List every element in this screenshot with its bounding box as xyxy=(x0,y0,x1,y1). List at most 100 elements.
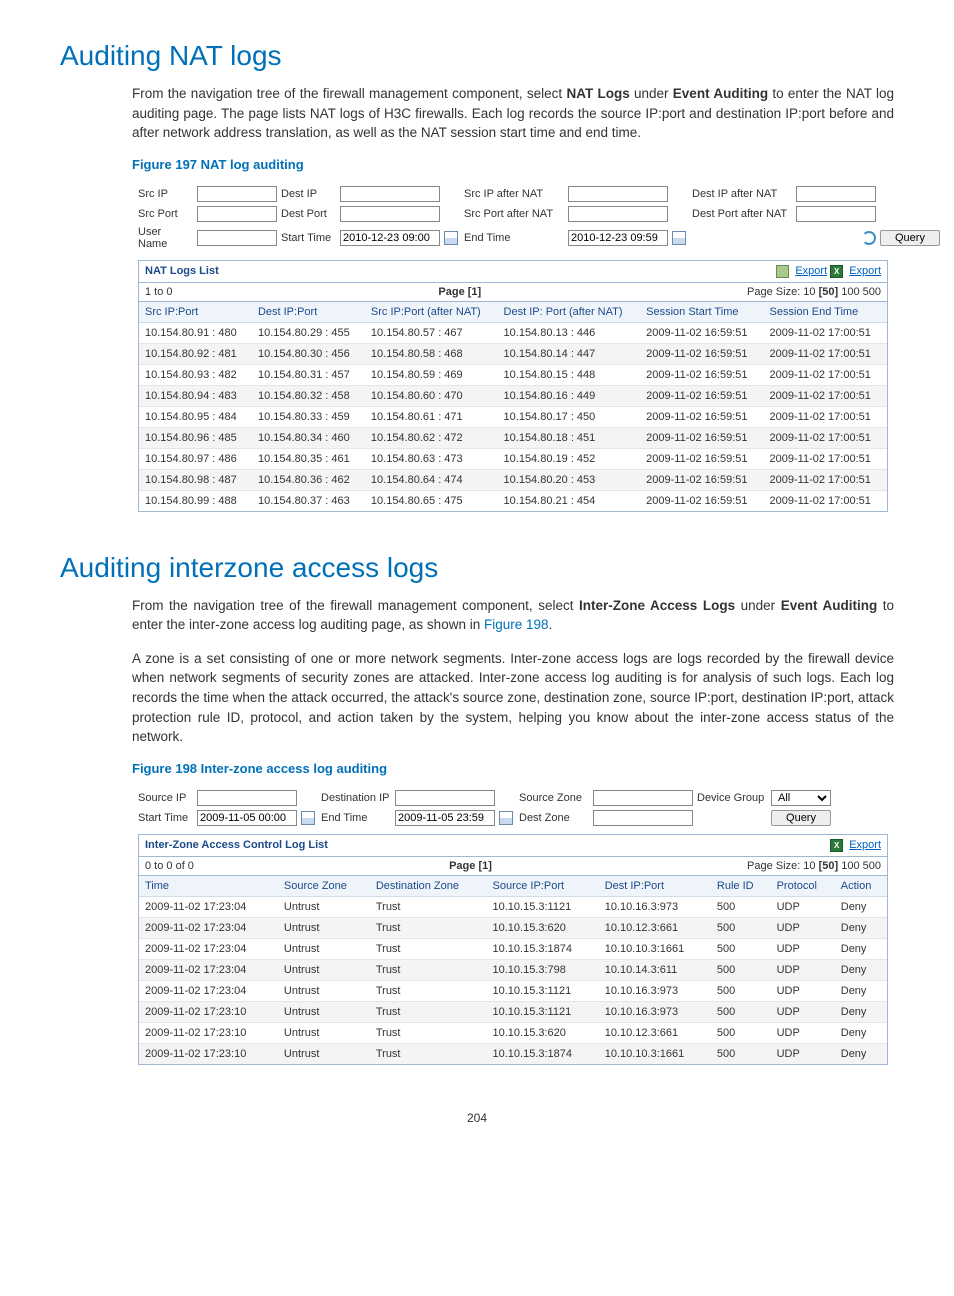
input-src-ip[interactable] xyxy=(197,186,277,202)
nat-page-size[interactable]: Page Size: 10 [50] 100 500 xyxy=(747,286,881,298)
cell: 10.154.80.62 : 472 xyxy=(365,427,498,448)
cell: Deny xyxy=(835,1043,887,1064)
cell: 2009-11-02 16:59:51 xyxy=(640,322,763,343)
calendar-icon[interactable] xyxy=(301,811,315,825)
cell: 2009-11-02 16:59:51 xyxy=(640,469,763,490)
input-iz-start-time[interactable] xyxy=(197,810,297,826)
input-dest-port[interactable] xyxy=(340,206,440,222)
nat-col-header[interactable]: Session End Time xyxy=(764,302,887,323)
cell: 10.10.15.3:798 xyxy=(487,959,599,980)
section-heading-nat: Auditing NAT logs xyxy=(60,40,894,72)
cell: 10.154.80.91 : 480 xyxy=(139,322,252,343)
input-start-time[interactable] xyxy=(340,230,440,246)
bold-event-auditing-2: Event Auditing xyxy=(781,598,878,613)
export-csv-link[interactable]: Export xyxy=(795,265,827,277)
iz-col-header[interactable]: Source Zone xyxy=(278,876,370,897)
iz-col-header[interactable]: Dest IP:Port xyxy=(599,876,711,897)
input-source-ip[interactable] xyxy=(197,790,297,806)
bold-interzone-logs: Inter-Zone Access Logs xyxy=(579,598,735,613)
cell: 10.154.80.32 : 458 xyxy=(252,385,365,406)
bold-nat-logs: NAT Logs xyxy=(566,86,629,101)
cell: Deny xyxy=(835,896,887,917)
input-dest-zone[interactable] xyxy=(593,810,693,826)
label-src-ip-after: Src IP after NAT xyxy=(464,188,564,200)
label-destination-ip: Destination IP xyxy=(321,792,391,804)
iz-col-header[interactable]: Action xyxy=(835,876,887,897)
section1-paragraph: From the navigation tree of the firewall… xyxy=(132,84,894,143)
cell: 2009-11-02 16:59:51 xyxy=(640,427,763,448)
export-csv-icon[interactable] xyxy=(776,265,789,278)
input-dest-ip[interactable] xyxy=(340,186,440,202)
nat-col-header[interactable]: Src IP:Port (after NAT) xyxy=(365,302,498,323)
cell: 10.154.80.19 : 452 xyxy=(498,448,641,469)
export-xls-link[interactable]: Export xyxy=(849,265,881,277)
iz-col-header[interactable]: Source IP:Port xyxy=(487,876,599,897)
cell: 10.154.80.65 : 475 xyxy=(365,490,498,511)
cell: 10.154.80.96 : 485 xyxy=(139,427,252,448)
label-dest-port-after: Dest Port after NAT xyxy=(692,208,792,220)
cell: 2009-11-02 16:59:51 xyxy=(640,364,763,385)
cell: Trust xyxy=(370,938,487,959)
calendar-icon[interactable] xyxy=(499,811,513,825)
cell: 500 xyxy=(711,1001,771,1022)
nat-panel-title: NAT Logs List xyxy=(145,265,219,278)
iz-col-header[interactable]: Time xyxy=(139,876,278,897)
input-src-port-after[interactable] xyxy=(568,206,668,222)
iz-col-header[interactable]: Destination Zone xyxy=(370,876,487,897)
figure-198-link[interactable]: Figure 198 xyxy=(484,617,549,632)
nat-col-header[interactable]: Dest IP: Port (after NAT) xyxy=(498,302,641,323)
cell: UDP xyxy=(771,1022,835,1043)
cell: Deny xyxy=(835,1022,887,1043)
cell: 2009-11-02 17:00:51 xyxy=(764,385,887,406)
cell: 10.10.12.3:661 xyxy=(599,917,711,938)
page-number: 204 xyxy=(60,1111,894,1125)
calendar-icon[interactable] xyxy=(444,231,458,245)
nat-range: 1 to 0 xyxy=(145,286,173,298)
input-destination-ip[interactable] xyxy=(395,790,495,806)
cell: Trust xyxy=(370,917,487,938)
cell: 10.154.80.20 : 453 xyxy=(498,469,641,490)
label-src-ip: Src IP xyxy=(138,188,193,200)
refresh-icon[interactable] xyxy=(862,231,876,245)
cell: 500 xyxy=(711,1022,771,1043)
cell: 2009-11-02 17:00:51 xyxy=(764,364,887,385)
iz-query-button[interactable]: Query xyxy=(771,810,831,826)
calendar-icon[interactable] xyxy=(672,231,686,245)
input-end-time[interactable] xyxy=(568,230,668,246)
input-source-zone[interactable] xyxy=(593,790,693,806)
nat-col-header[interactable]: Src IP:Port xyxy=(139,302,252,323)
input-iz-end-time[interactable] xyxy=(395,810,495,826)
label-dest-ip-after: Dest IP after NAT xyxy=(692,188,792,200)
input-dest-port-after[interactable] xyxy=(796,206,876,222)
cell: 10.154.80.95 : 484 xyxy=(139,406,252,427)
cell: 2009-11-02 17:00:51 xyxy=(764,469,887,490)
cell: 10.154.80.18 : 451 xyxy=(498,427,641,448)
cell: 10.154.80.21 : 454 xyxy=(498,490,641,511)
label-source-ip: Source IP xyxy=(138,792,193,804)
export-xls-icon[interactable]: X xyxy=(830,265,843,278)
cell: Deny xyxy=(835,938,887,959)
select-device-group[interactable]: All xyxy=(771,790,831,806)
table-row: 10.154.80.93 : 48210.154.80.31 : 45710.1… xyxy=(139,364,887,385)
cell: 2009-11-02 17:00:51 xyxy=(764,448,887,469)
query-button[interactable]: Query xyxy=(880,230,940,246)
iz-export-link[interactable]: Export xyxy=(849,839,881,851)
label-src-port: Src Port xyxy=(138,208,193,220)
nat-col-header[interactable]: Dest IP:Port xyxy=(252,302,365,323)
table-row: 2009-11-02 17:23:04UntrustTrust10.10.15.… xyxy=(139,959,887,980)
export-xls-icon[interactable]: X xyxy=(830,839,843,852)
iz-page-size[interactable]: Page Size: 10 [50] 100 500 xyxy=(747,860,881,872)
input-src-port[interactable] xyxy=(197,206,277,222)
table-row: 2009-11-02 17:23:04UntrustTrust10.10.15.… xyxy=(139,896,887,917)
nat-col-header[interactable]: Session Start Time xyxy=(640,302,763,323)
iz-col-header[interactable]: Protocol xyxy=(771,876,835,897)
input-src-ip-after[interactable] xyxy=(568,186,668,202)
input-user-name[interactable] xyxy=(197,230,277,246)
cell: 10.10.15.3:1121 xyxy=(487,980,599,1001)
cell: Untrust xyxy=(278,917,370,938)
cell: UDP xyxy=(771,938,835,959)
cell: 10.10.15.3:1121 xyxy=(487,1001,599,1022)
cell: 2009-11-02 17:00:51 xyxy=(764,490,887,511)
iz-col-header[interactable]: Rule ID xyxy=(711,876,771,897)
input-dest-ip-after[interactable] xyxy=(796,186,876,202)
